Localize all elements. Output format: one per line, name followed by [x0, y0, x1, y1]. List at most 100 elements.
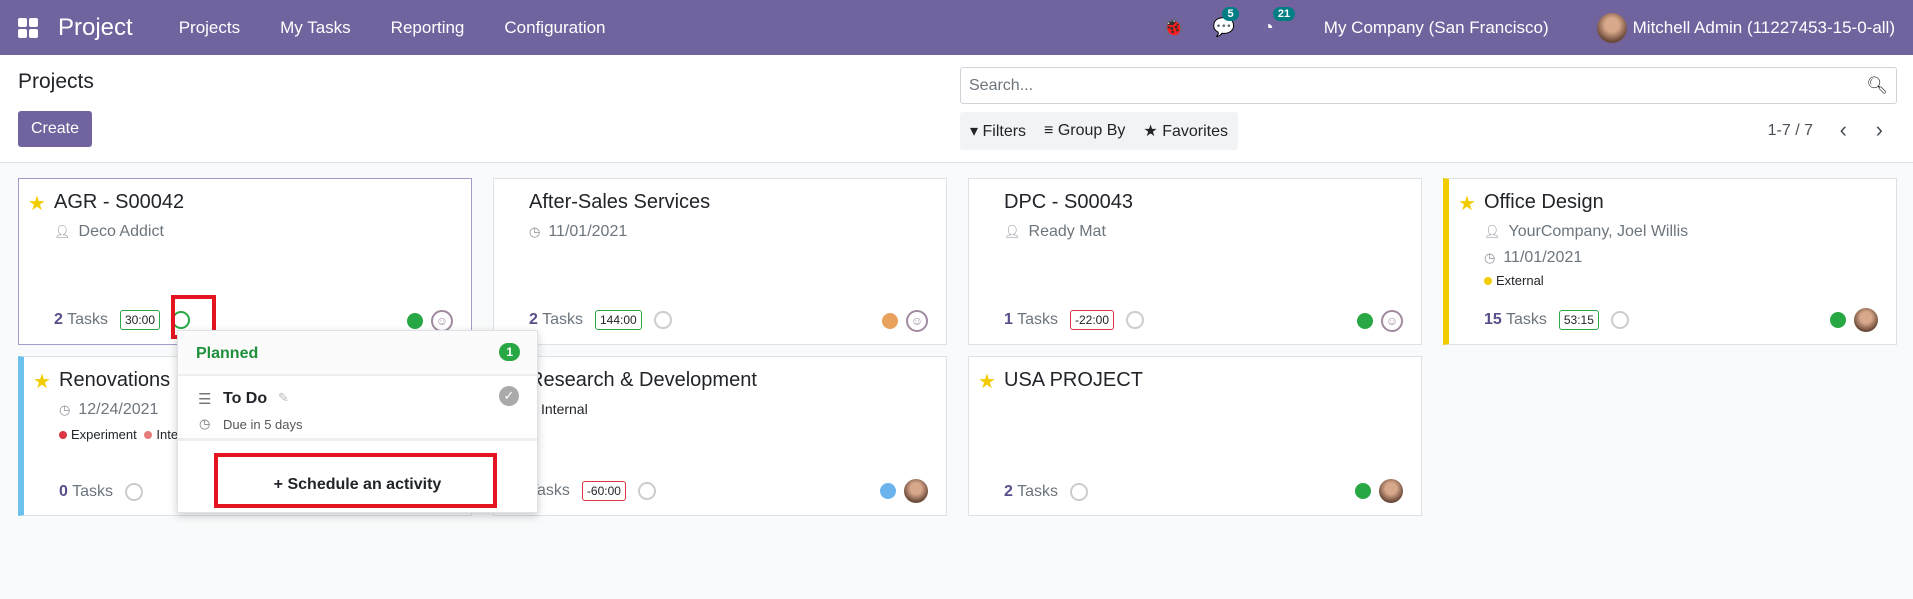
user-avatar[interactable] [904, 479, 928, 503]
remaining-hours: 144:00 [594, 310, 642, 330]
user-avatar-placeholder[interactable]: ☺ [431, 310, 453, 332]
status-dot[interactable] [407, 313, 423, 329]
mark-done-check-icon[interactable]: ✓ [499, 386, 519, 406]
tasks-count: 2 [1004, 483, 1013, 500]
date-value: 12/24/2021 [78, 401, 159, 418]
activity-count-badge: 1 [499, 343, 520, 361]
search-placeholder: Search... [969, 76, 1034, 94]
pager-previous-icon[interactable]: ‹ [1840, 117, 1847, 143]
date-value: 11/01/2021 [548, 223, 628, 240]
project-card[interactable]: After-Sales Services ◷ 11/01/2021 2 Tasks… [493, 178, 947, 345]
customer-name: YourCompany, Joel Willis [1508, 223, 1689, 240]
search-input[interactable]: Search... 🔍︎ [960, 67, 1897, 104]
project-customer: 👤︎ YourCompany, Joel Willis [1484, 223, 1688, 241]
favorite-star-icon[interactable]: ★ [28, 191, 46, 216]
project-name: After-Sales Services [529, 191, 711, 213]
clock-icon: ◷ [529, 224, 541, 239]
tasks-count: 1 [1004, 311, 1013, 328]
top-navbar: Project Projects My Tasks Reporting Conf… [0, 0, 1913, 55]
pager-value[interactable]: 1-7 / 7 [1768, 122, 1813, 140]
status-dot[interactable] [1355, 483, 1371, 499]
customer-name: Deco Addict [78, 223, 164, 240]
project-name: Renovations [59, 369, 171, 391]
status-dot[interactable] [880, 483, 896, 499]
company-switcher[interactable]: My Company (San Francisco) [1324, 18, 1549, 38]
customer-name: Ready Mat [1028, 223, 1106, 240]
project-date: ◷ 11/01/2021 [529, 223, 627, 241]
project-date: ◷ 11/01/2021 [1484, 249, 1582, 267]
filters-label: Filters [982, 123, 1027, 140]
menu-my-tasks[interactable]: My Tasks [280, 18, 351, 38]
status-dot[interactable] [1830, 312, 1846, 328]
activity-group-label: Planned [196, 345, 259, 362]
project-card[interactable]: ★ USA PROJECT 2 Tasks [968, 356, 1422, 516]
tasks-label: Tasks [72, 483, 113, 500]
filters-button[interactable]: ▾ Filters [970, 121, 1026, 141]
tasks-label: Tasks [1017, 483, 1058, 500]
project-card[interactable]: DPC - S00043 👤︎ Ready Mat 1 Tasks -22:00 ☺ [968, 178, 1422, 345]
edit-pencil-icon[interactable]: ✎ [278, 390, 289, 406]
activities-clock-icon[interactable]: ◔ 21 [1263, 7, 1296, 38]
remaining-hours: 53:15 [1558, 310, 1599, 330]
tasks-link[interactable]: 2 Tasks [529, 311, 583, 329]
status-dot[interactable] [1357, 313, 1373, 329]
user-icon: 👤︎ [54, 224, 71, 239]
project-card[interactable]: ★ AGR - S00042 👤︎ Deco Addict 2 Tasks 30:0… [18, 178, 472, 345]
remaining-hours: -22:00 [1069, 310, 1114, 330]
tag-external: External [1484, 273, 1544, 288]
menu-configuration[interactable]: Configuration [504, 18, 605, 38]
activity-name[interactable]: To Do [223, 390, 267, 408]
due-text: Due in 5 days [223, 417, 303, 432]
messages-icon[interactable]: 💬 5 [1212, 7, 1239, 38]
due-clock-icon: ◷ [199, 416, 211, 431]
activity-clock-icon[interactable] [124, 483, 143, 501]
user-icon: 👤︎ [1004, 224, 1021, 239]
apps-menu-icon[interactable] [18, 17, 38, 38]
search-icon[interactable]: 🔍︎ [1866, 76, 1888, 96]
messages-badge: 5 [1222, 7, 1239, 21]
tasks-count: 15 [1484, 311, 1502, 328]
debug-bug-icon[interactable]: 🐞 [1162, 17, 1184, 38]
tasks-link[interactable]: 15 Tasks [1484, 311, 1547, 329]
favorite-star-icon[interactable]: ★ [33, 369, 51, 394]
menu-projects[interactable]: Projects [179, 18, 240, 38]
activity-clock-icon[interactable] [1610, 311, 1629, 329]
project-customer: 👤︎ Deco Addict [54, 223, 164, 241]
user-avatar[interactable] [1596, 12, 1627, 43]
project-name: AGR - S00042 [54, 191, 185, 213]
user-menu[interactable]: Mitchell Admin (11227453-15-0-all) [1633, 18, 1895, 38]
tasks-label: Tasks [1505, 311, 1547, 328]
activity-clock-icon[interactable] [653, 311, 672, 329]
user-avatar-placeholder[interactable]: ☺ [906, 310, 928, 332]
app-brand[interactable]: Project [58, 14, 133, 42]
highlight-schedule-button [214, 453, 497, 508]
project-card[interactable]: ★ Office Design 👤︎ YourCompany, Joel Will… [1443, 178, 1897, 345]
project-name: DPC - S00043 [1004, 191, 1133, 213]
tasks-link[interactable]: 2 Tasks [1004, 483, 1058, 501]
user-avatar[interactable] [1379, 479, 1403, 503]
favorites-label: Favorites [1162, 123, 1229, 140]
tasks-link[interactable]: 1 Tasks [1004, 311, 1058, 329]
remaining-hours: 30:00 [119, 310, 160, 330]
tasks-link[interactable]: 2 Tasks [54, 311, 108, 329]
project-card[interactable]: Research & Development Internal Tasks -60… [493, 356, 947, 516]
menu-reporting[interactable]: Reporting [391, 18, 465, 38]
tasks-link[interactable]: 0 Tasks [59, 483, 113, 501]
date-value: 11/01/2021 [1503, 249, 1583, 266]
create-button[interactable]: Create [18, 111, 93, 147]
favorite-star-icon[interactable]: ★ [1458, 191, 1476, 216]
project-name: USA PROJECT [1004, 369, 1143, 391]
favorites-button[interactable]: ★ Favorites [1143, 121, 1228, 141]
activities-badge: 21 [1272, 7, 1296, 21]
group-by-button[interactable]: ≡ Group By [1044, 122, 1125, 140]
tasks-label: Tasks [67, 311, 108, 328]
user-avatar[interactable] [1854, 308, 1878, 332]
project-name: Research & Development [529, 369, 757, 391]
favorite-star-icon[interactable]: ★ [978, 369, 996, 394]
user-avatar-placeholder[interactable]: ☺ [1381, 310, 1403, 332]
status-dot[interactable] [882, 313, 898, 329]
pager-next-icon[interactable]: › [1876, 117, 1883, 143]
activity-clock-icon[interactable] [1069, 483, 1088, 501]
activity-clock-icon[interactable] [637, 482, 656, 500]
activity-clock-icon[interactable] [1126, 311, 1144, 329]
